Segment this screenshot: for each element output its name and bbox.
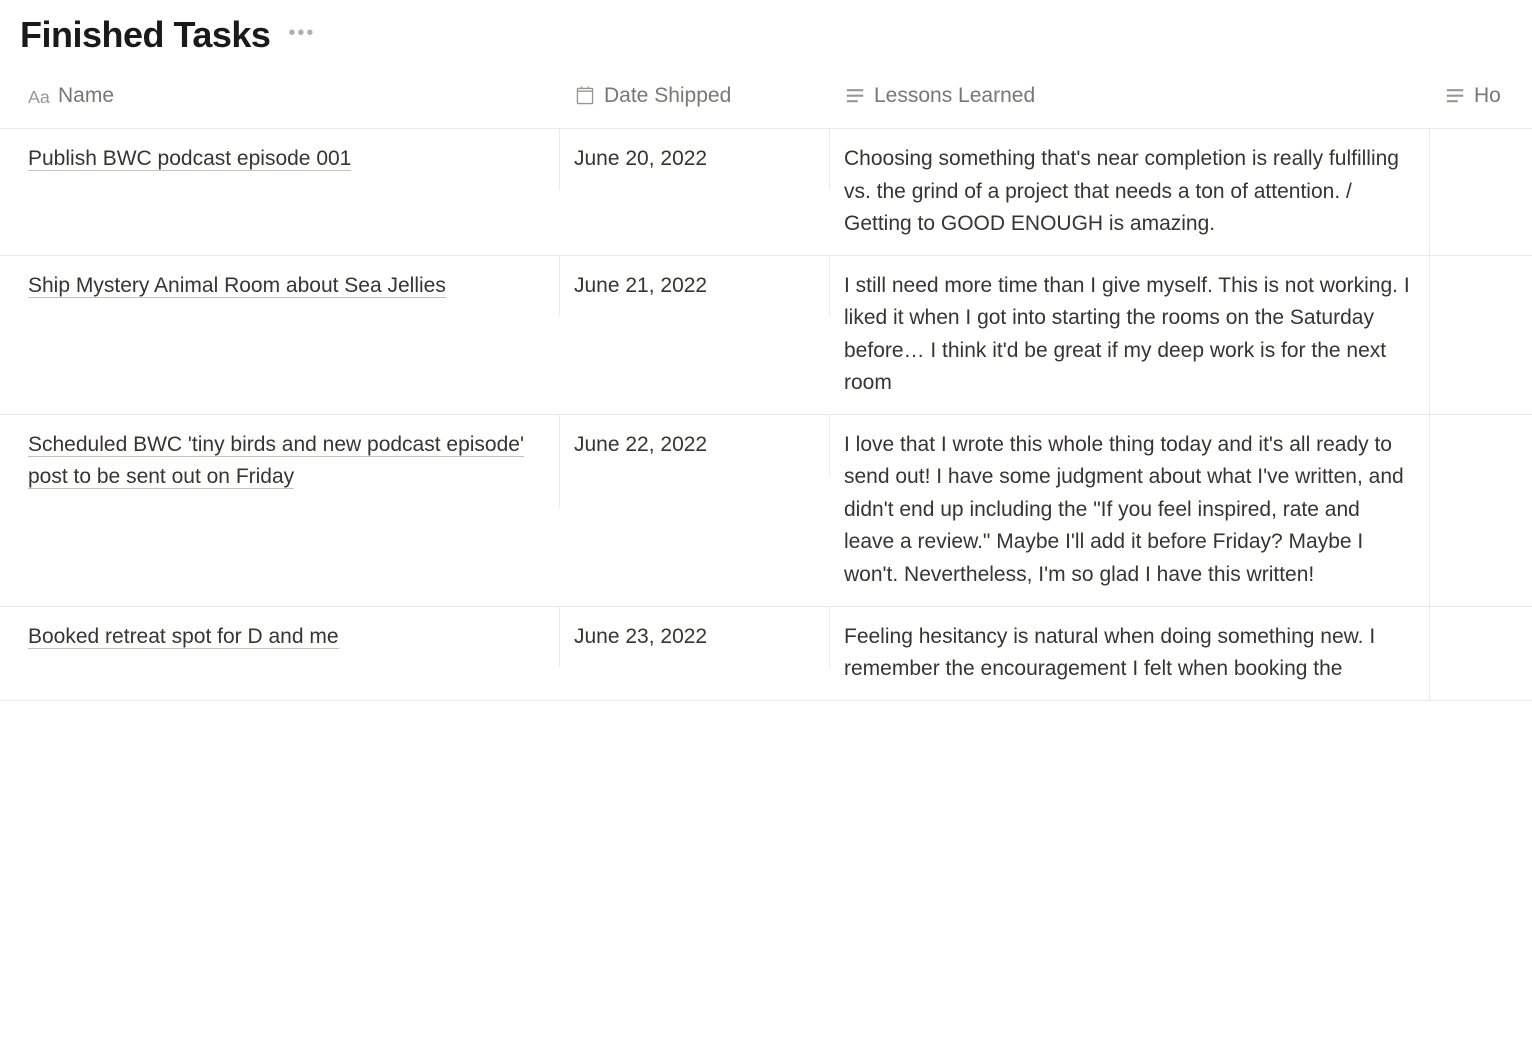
cell-how[interactable]: [1430, 415, 1532, 443]
cell-lessons[interactable]: Feeling hesitancy is natural when doing …: [830, 607, 1430, 700]
table-row[interactable]: Scheduled BWC 'tiny birds and new podcas…: [0, 415, 1532, 607]
cell-name[interactable]: Scheduled BWC 'tiny birds and new podcas…: [0, 415, 560, 508]
cell-date[interactable]: June 20, 2022: [560, 129, 830, 190]
column-label: Date Shipped: [604, 84, 731, 108]
column-header-date[interactable]: Date Shipped: [560, 76, 830, 116]
column-header-how[interactable]: Ho: [1430, 76, 1532, 116]
cell-lessons[interactable]: I love that I wrote this whole thing tod…: [830, 415, 1430, 606]
table-row[interactable]: Ship Mystery Animal Room about Sea Jelli…: [0, 256, 1532, 415]
column-label: Name: [58, 84, 114, 108]
more-options-icon[interactable]: •••: [288, 23, 315, 47]
table-row[interactable]: Publish BWC podcast episode 001 June 20,…: [0, 129, 1532, 256]
cell-how[interactable]: [1430, 129, 1532, 157]
text-lines-icon: [1444, 85, 1466, 107]
cell-how[interactable]: [1430, 607, 1532, 635]
table-header-row: Aa Name Date Shipped Lessons Learned Ho: [0, 76, 1532, 129]
cell-lessons[interactable]: I still need more time than I give mysel…: [830, 256, 1430, 414]
task-title-link[interactable]: Publish BWC podcast episode 001: [28, 147, 351, 171]
page-title[interactable]: Finished Tasks: [20, 14, 270, 56]
column-label: Lessons Learned: [874, 84, 1035, 108]
cell-name[interactable]: Ship Mystery Animal Room about Sea Jelli…: [0, 256, 560, 317]
task-title-link[interactable]: Booked retreat spot for D and me: [28, 625, 339, 649]
calendar-icon: [574, 85, 596, 107]
page-header: Finished Tasks •••: [0, 0, 1532, 76]
cell-how[interactable]: [1430, 256, 1532, 284]
cell-lessons[interactable]: Choosing something that's near completio…: [830, 129, 1430, 255]
column-header-name[interactable]: Aa Name: [0, 76, 560, 116]
cell-name[interactable]: Booked retreat spot for D and me: [0, 607, 560, 668]
table-row[interactable]: Booked retreat spot for D and me June 23…: [0, 607, 1532, 701]
task-title-link[interactable]: Scheduled BWC 'tiny birds and new podcas…: [28, 433, 524, 490]
tasks-table: Aa Name Date Shipped Lessons Learned Ho …: [0, 76, 1532, 701]
cell-date[interactable]: June 23, 2022: [560, 607, 830, 668]
column-header-lessons[interactable]: Lessons Learned: [830, 76, 1430, 116]
svg-text:Aa: Aa: [28, 87, 50, 107]
task-title-link[interactable]: Ship Mystery Animal Room about Sea Jelli…: [28, 274, 446, 298]
column-label: Ho: [1474, 84, 1501, 108]
text-lines-icon: [844, 85, 866, 107]
cell-name[interactable]: Publish BWC podcast episode 001: [0, 129, 560, 190]
title-property-icon: Aa: [28, 85, 50, 107]
cell-date[interactable]: June 22, 2022: [560, 415, 830, 476]
cell-date[interactable]: June 21, 2022: [560, 256, 830, 317]
